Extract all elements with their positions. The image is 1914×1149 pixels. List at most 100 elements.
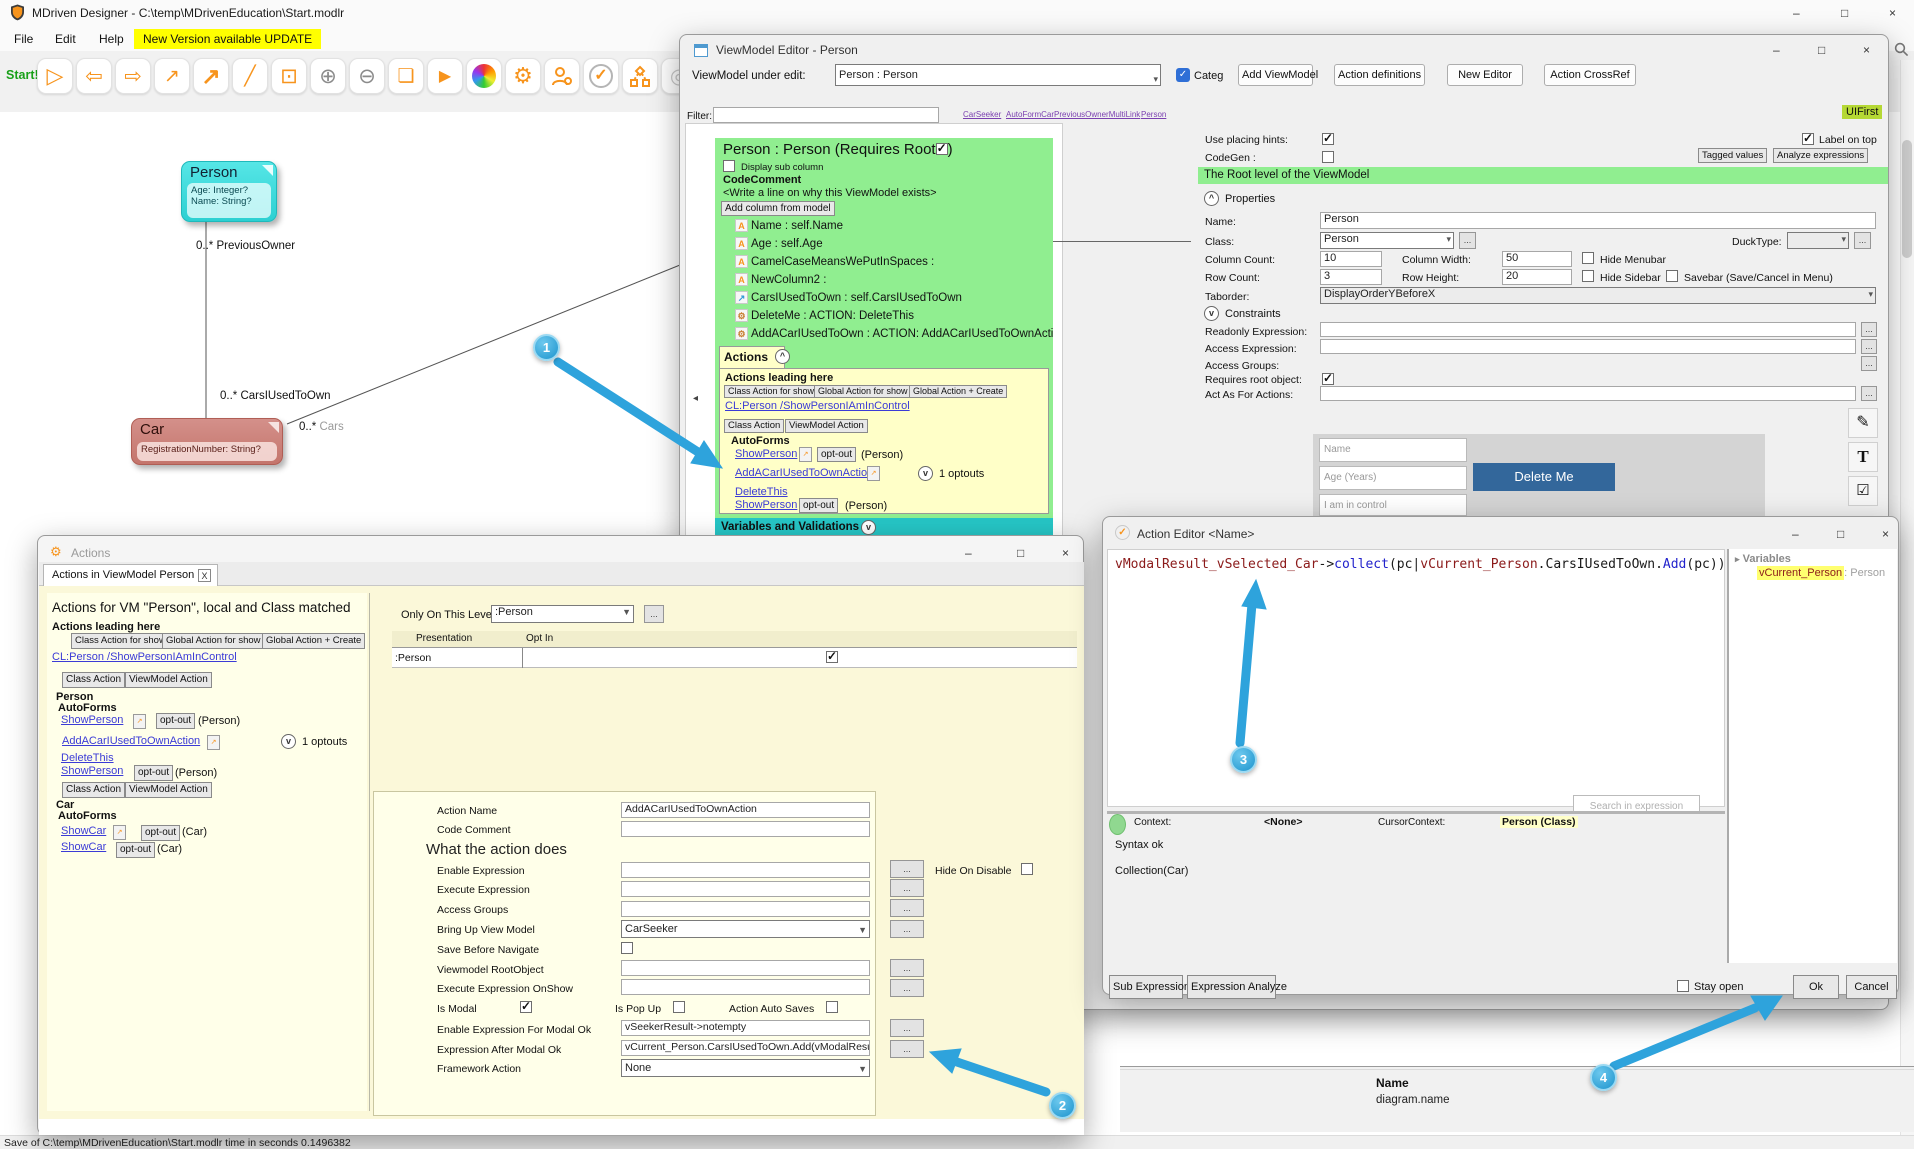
action-name-input[interactable]: AddACarIUsedToOwnAction bbox=[621, 802, 870, 818]
opt-out-button[interactable]: opt-out bbox=[141, 825, 180, 841]
showperson-link2[interactable]: ShowPerson bbox=[735, 499, 797, 511]
global-action-show-button[interactable]: Global Action for show bbox=[814, 385, 912, 398]
taborder-select[interactable]: DisplayOrderYBeforeX▾ bbox=[1320, 287, 1876, 304]
vme-minimize-button[interactable]: – bbox=[1773, 43, 1780, 57]
requires-root-checkbox[interactable] bbox=[936, 143, 948, 155]
tree-item-deleteme[interactable]: DeleteMe : ACTION: DeleteThis bbox=[751, 310, 914, 322]
analyze-expressions-button[interactable]: Analyze expressions bbox=[1773, 148, 1868, 163]
expression-after-ok-ellipsis-button[interactable]: ... bbox=[890, 1040, 924, 1058]
actions-minimize-button[interactable]: – bbox=[965, 546, 972, 560]
enable-expression-input[interactable] bbox=[621, 862, 870, 878]
showperson-link[interactable]: ShowPerson bbox=[61, 714, 123, 726]
enable-expression-ellipsis-button[interactable]: ... bbox=[890, 860, 924, 878]
variable-entry[interactable]: vCurrent_Person: Person bbox=[1757, 567, 1885, 579]
global-action-create-button[interactable]: Global Action + Create bbox=[909, 385, 1007, 398]
readonly-expression-input[interactable] bbox=[1320, 322, 1856, 337]
class-select[interactable]: Person▾ bbox=[1320, 232, 1454, 249]
hide-sidebar-checkbox[interactable] bbox=[1582, 270, 1594, 282]
use-placing-hints-checkbox[interactable] bbox=[1322, 133, 1334, 145]
class-action-button[interactable]: Class Action bbox=[62, 672, 125, 688]
preview-control-field[interactable]: I am in control bbox=[1319, 494, 1467, 516]
only-on-level-ellipsis-button[interactable]: ... bbox=[644, 605, 664, 623]
act-as-input[interactable] bbox=[1320, 386, 1856, 401]
row-height-input[interactable]: 20 bbox=[1502, 269, 1572, 285]
link-person[interactable]: Person bbox=[1141, 110, 1166, 119]
global-action-create-button[interactable]: Global Action + Create bbox=[262, 633, 365, 649]
expand-down-icon[interactable]: v bbox=[861, 520, 876, 535]
opt-out-button[interactable]: opt-out bbox=[799, 498, 838, 513]
is-popup-checkbox[interactable] bbox=[673, 1001, 685, 1013]
addacar-action-link[interactable]: AddACarIUsedToOwnAction bbox=[735, 467, 873, 479]
checkbox-tool-button[interactable]: ☑ bbox=[1848, 476, 1878, 506]
opt-out-button[interactable]: opt-out bbox=[817, 447, 856, 462]
is-modal-checkbox[interactable] bbox=[520, 1001, 532, 1013]
preview-name-field[interactable]: Name bbox=[1319, 438, 1467, 462]
ducktype-ellipsis-button[interactable]: ... bbox=[1854, 232, 1871, 249]
viewmodel-select[interactable]: Person : Person▾ bbox=[835, 64, 1161, 86]
edit-tool-button[interactable]: ✎ bbox=[1848, 408, 1878, 438]
actions-active-tab[interactable]: Actions in ViewModel Person X bbox=[43, 564, 218, 587]
vme-maximize-button[interactable]: □ bbox=[1818, 43, 1825, 57]
codegen-checkbox[interactable] bbox=[1322, 151, 1334, 163]
expression-code-area[interactable]: vModalResult_vSelected_Car->collect(pc|v… bbox=[1107, 549, 1725, 807]
person-class-box[interactable]: Person Age: Integer? Name: String? bbox=[181, 161, 277, 222]
tree-item-newcolumn[interactable]: NewColumn2 : bbox=[751, 274, 826, 286]
opt-out-button[interactable]: opt-out bbox=[134, 765, 173, 781]
constraints-expand-icon[interactable]: v bbox=[1204, 306, 1219, 321]
cl-person-link[interactable]: CL:Person /ShowPersonIAmInControl bbox=[725, 400, 910, 412]
execute-onshow-ellipsis-button[interactable]: ... bbox=[890, 979, 924, 997]
class-ellipsis-button[interactable]: ... bbox=[1459, 232, 1476, 249]
form-mini-icon[interactable]: ↗ bbox=[207, 735, 220, 750]
car-class-box[interactable]: Car RegistrationNumber: String? bbox=[131, 418, 283, 465]
actions-maximize-button[interactable]: □ bbox=[1017, 546, 1024, 560]
global-action-show-button[interactable]: Global Action for show bbox=[162, 633, 265, 649]
cl-person-link[interactable]: CL:Person /ShowPersonIAmInControl bbox=[52, 651, 237, 663]
optin-column-header[interactable]: Opt In bbox=[526, 633, 553, 644]
access-expression-ellipsis-button[interactable]: ... bbox=[1861, 339, 1877, 354]
column-count-input[interactable]: 10 bbox=[1320, 251, 1382, 267]
tree-item-cars[interactable]: CarsIUsedToOwn : self.CarsIUsedToOwn bbox=[751, 292, 962, 304]
uifirst-badge[interactable]: UIFirst bbox=[1842, 105, 1882, 119]
preview-age-field[interactable]: Age (Years) bbox=[1319, 466, 1467, 490]
optouts-chevron-icon[interactable]: v bbox=[281, 734, 296, 749]
add-viewmodel-button[interactable]: Add ViewModel bbox=[1238, 64, 1313, 86]
class-action-button[interactable]: Class Action bbox=[724, 419, 784, 433]
optouts-chevron-icon[interactable]: v bbox=[918, 466, 933, 481]
showperson-link[interactable]: ShowPerson bbox=[735, 448, 797, 460]
tree-item-name[interactable]: Name : self.Name bbox=[751, 220, 843, 232]
deletethis-link[interactable]: DeleteThis bbox=[735, 486, 788, 498]
form-mini-icon[interactable]: ↗ bbox=[867, 466, 880, 481]
requires-root-object-checkbox[interactable] bbox=[1322, 373, 1334, 385]
optin-checkbox[interactable] bbox=[826, 651, 838, 663]
viewmodel-action-button[interactable]: ViewModel Action bbox=[125, 782, 212, 798]
code-comment-input[interactable] bbox=[621, 821, 870, 837]
bring-up-ellipsis-button[interactable]: ... bbox=[890, 920, 924, 938]
name-input[interactable]: Person bbox=[1320, 212, 1876, 229]
hide-on-disable-checkbox[interactable] bbox=[1021, 863, 1033, 875]
label-on-top-checkbox[interactable] bbox=[1802, 133, 1814, 145]
row-count-input[interactable]: 3 bbox=[1320, 269, 1382, 285]
save-before-navigate-checkbox[interactable] bbox=[621, 942, 633, 954]
search-in-expression-input[interactable]: Search in expression bbox=[1573, 795, 1700, 812]
hide-menubar-checkbox[interactable] bbox=[1582, 252, 1594, 264]
tab-close-icon[interactable]: X bbox=[198, 569, 211, 582]
enable-modal-ok-ellipsis-button[interactable]: ... bbox=[890, 1019, 924, 1037]
tree-root-header[interactable]: Person : Person (Requires Root) bbox=[723, 141, 953, 158]
viewmodel-action-button[interactable]: ViewModel Action bbox=[785, 419, 868, 433]
access-groups-input[interactable] bbox=[621, 901, 870, 917]
access-groups-ellipsis-button[interactable]: ... bbox=[890, 899, 924, 917]
act-as-ellipsis-button[interactable]: ... bbox=[1861, 386, 1877, 401]
framework-action-select[interactable]: None▼ bbox=[621, 1059, 870, 1077]
properties-collapse-icon[interactable]: ^ bbox=[1204, 191, 1219, 206]
savebar-checkbox[interactable] bbox=[1666, 270, 1678, 282]
enable-modal-ok-input[interactable]: vSeekerResult->notempty bbox=[621, 1020, 870, 1036]
form-mini-icon[interactable]: ↗ bbox=[799, 447, 812, 462]
add-column-button[interactable]: Add column from model bbox=[721, 201, 835, 216]
link-autoform[interactable]: AutoFormCarPreviousOwnerMultiLink bbox=[1006, 110, 1140, 119]
new-editor-button[interactable]: New Editor bbox=[1447, 64, 1523, 86]
tree-collapse-icon[interactable]: ◂ bbox=[693, 393, 698, 404]
class-action-show-button[interactable]: Class Action for show bbox=[724, 385, 818, 398]
tree-item-addacar[interactable]: AddACarIUsedToOwn : ACTION: AddACarIUsed… bbox=[751, 328, 1053, 340]
execute-expression-ellipsis-button[interactable]: ... bbox=[890, 879, 924, 897]
editor-maximize-button[interactable]: □ bbox=[1837, 527, 1844, 541]
